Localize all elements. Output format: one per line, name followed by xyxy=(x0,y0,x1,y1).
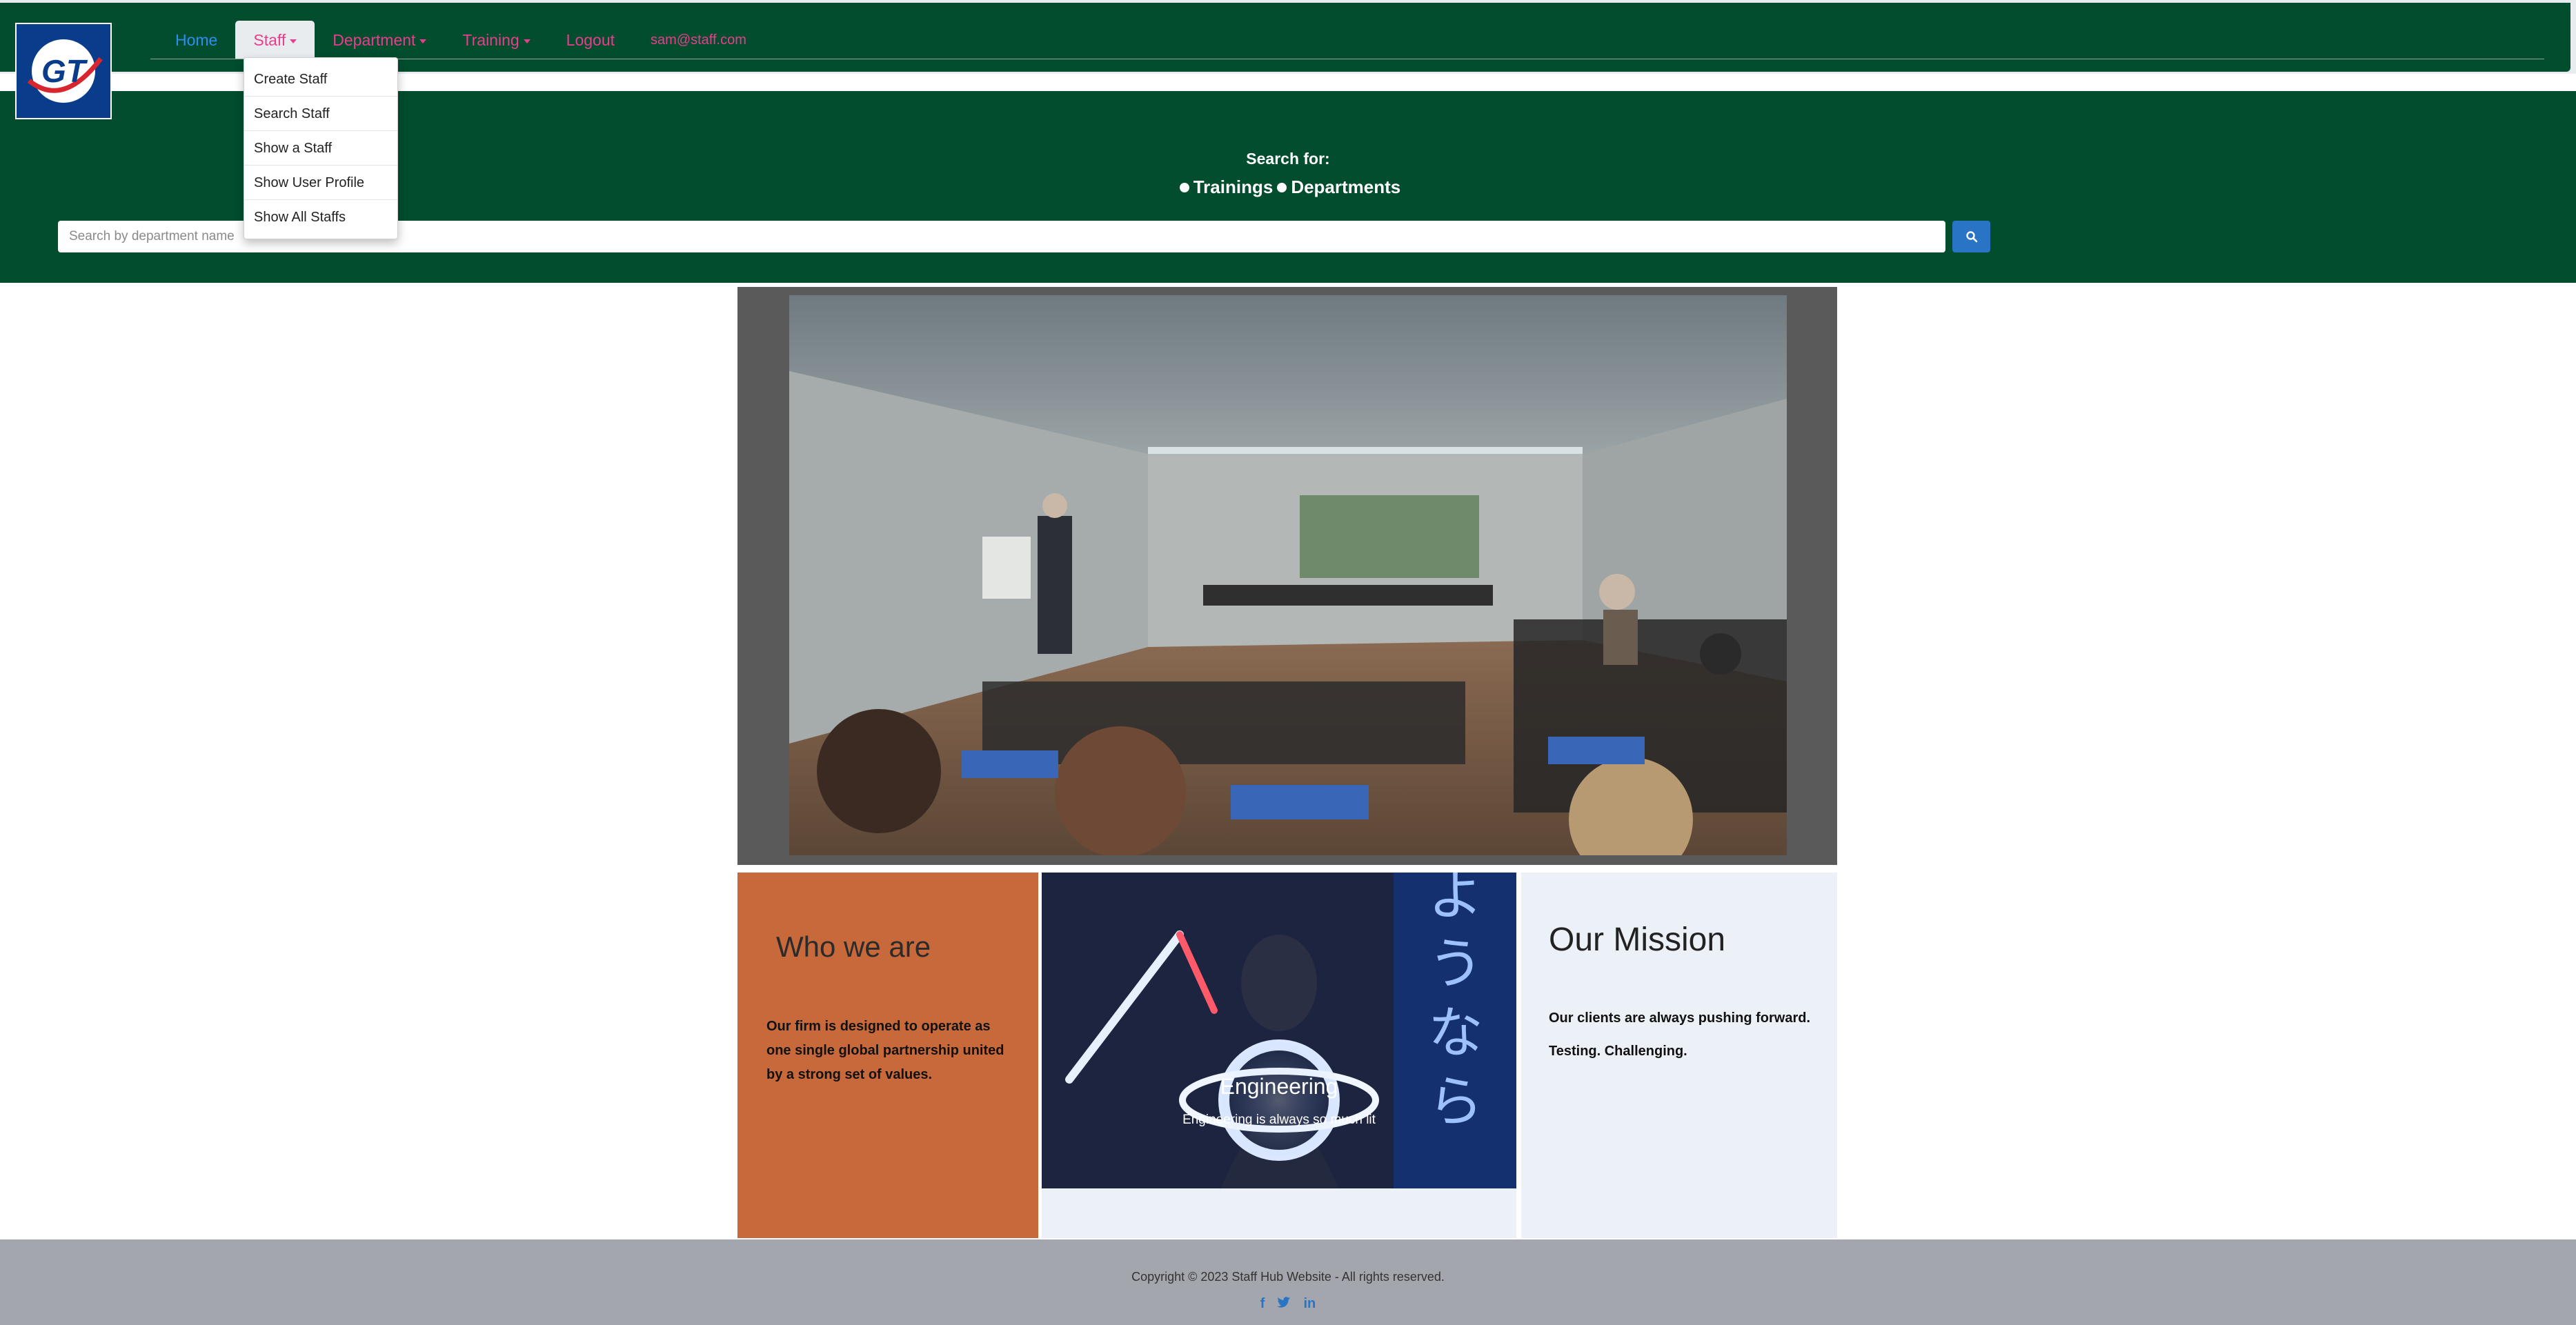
training-room-image xyxy=(789,295,1787,855)
gt-logo[interactable]: GT xyxy=(15,23,112,119)
nav-home[interactable]: Home xyxy=(150,21,235,59)
footer: Copyright © 2023 Staff Hub Website - All… xyxy=(0,1239,2576,1325)
radio-departments-label[interactable]: Departments xyxy=(1291,177,1400,198)
training-room-photo xyxy=(789,295,1787,855)
chevron-down-icon xyxy=(523,39,531,43)
menu-show-user-profile[interactable]: Show User Profile xyxy=(244,166,397,200)
staff-dropdown-menu: Create Staff Search Staff Show a Staff S… xyxy=(244,57,398,239)
mission-line-2: Testing. Challenging. xyxy=(1549,1044,1687,1059)
svg-text:よ: よ xyxy=(1428,873,1483,927)
chevron-down-icon xyxy=(290,39,297,43)
our-mission-card: Our Mission Our clients are always pushi… xyxy=(1521,873,1837,1238)
logo-text: GT xyxy=(41,53,88,89)
hero-carousel xyxy=(737,287,1837,865)
user-email: sam@staff.com xyxy=(651,32,746,48)
nav-department-dropdown[interactable]: Department xyxy=(315,21,444,59)
gt-logo-icon: GT xyxy=(27,39,103,103)
search-button[interactable] xyxy=(1952,221,1990,252)
nav-logout[interactable]: Logout xyxy=(548,21,633,59)
social-links: f in xyxy=(0,1296,2576,1313)
who-we-are-card: Who we are Our firm is designed to opera… xyxy=(737,873,1038,1238)
menu-search-staff[interactable]: Search Staff xyxy=(244,97,397,131)
linkedin-icon[interactable]: in xyxy=(1303,1296,1316,1313)
menu-show-all-staffs[interactable]: Show All Staffs xyxy=(244,200,397,235)
search-icon xyxy=(1965,231,1977,243)
facebook-icon[interactable]: f xyxy=(1260,1296,1265,1313)
mission-line-1: Our clients are always pushing forward. xyxy=(1549,1010,1810,1026)
svg-text:う: う xyxy=(1428,932,1483,996)
footer-copyright: Copyright © 2023 Staff Hub Website - All… xyxy=(1131,1270,1445,1284)
engineering-slide[interactable]: よ う な ら Engineering Engineering is alway… xyxy=(1042,873,1516,1188)
nav-links: Home Staff Department Training Logout sa… xyxy=(150,21,764,59)
menu-show-staff[interactable]: Show a Staff xyxy=(244,131,397,166)
nav-staff-dropdown[interactable]: Staff xyxy=(235,21,315,59)
who-we-are-text: Our firm is designed to operate as one s… xyxy=(766,1019,1004,1082)
twitter-bird-icon xyxy=(1277,1297,1291,1308)
menu-create-staff[interactable]: Create Staff xyxy=(244,62,397,97)
nav-training-dropdown[interactable]: Training xyxy=(444,21,548,59)
our-mission-title: Our Mission xyxy=(1549,921,1726,958)
engineering-card: よ う な ら Engineering Engineering is alway… xyxy=(1042,873,1516,1238)
radio-trainings[interactable] xyxy=(1179,182,1189,192)
engineering-subtitle: Engineering is always so much lit xyxy=(1182,1113,1376,1127)
nav-department-label: Department xyxy=(333,31,416,49)
chevron-down-icon xyxy=(419,39,427,43)
nav-staff-label: Staff xyxy=(253,31,286,49)
radio-departments[interactable] xyxy=(1277,182,1287,192)
who-we-are-title: Who we are xyxy=(776,930,931,963)
radio-trainings-label[interactable]: Trainings xyxy=(1193,177,1274,198)
twitter-icon[interactable] xyxy=(1277,1296,1291,1313)
engineering-title: Engineering xyxy=(1220,1074,1338,1099)
nav-training-label: Training xyxy=(462,31,519,49)
svg-text:な: な xyxy=(1428,1001,1483,1065)
engineering-image: よ う な ら xyxy=(1042,873,1516,1188)
